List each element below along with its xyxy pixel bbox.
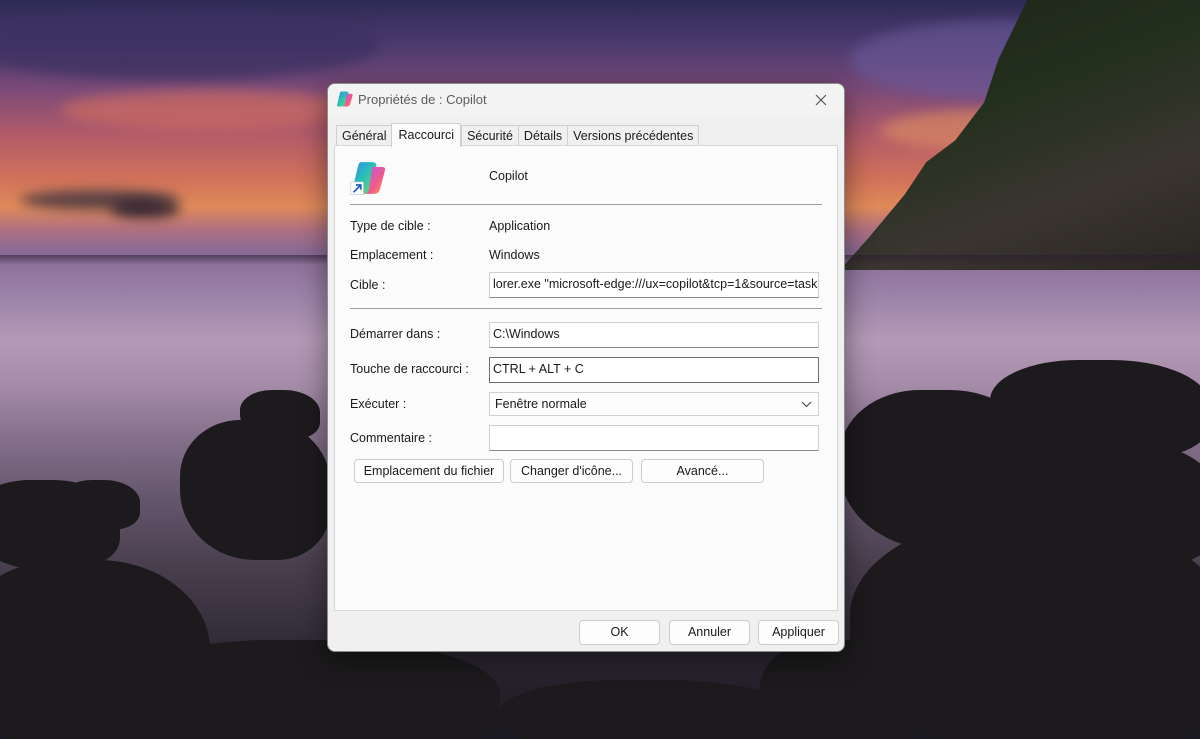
title-bar[interactable]: Propriétés de : Copilot [328, 84, 844, 116]
run-select-value: Fenêtre normale [495, 397, 587, 411]
tab-details[interactable]: Détails [517, 125, 568, 147]
ok-button[interactable]: OK [579, 620, 660, 645]
start-in-label: Démarrer dans : [350, 327, 441, 341]
open-file-location-button[interactable]: Emplacement du fichier [354, 459, 504, 483]
location-value: Windows [489, 248, 540, 262]
target-field[interactable]: lorer.exe "microsoft-edge:///ux=copilot&… [489, 272, 819, 298]
advanced-button[interactable]: Avancé... [641, 459, 764, 483]
copilot-shortcut-icon [350, 162, 386, 195]
shortcut-name: Copilot [489, 169, 528, 183]
tab-previous-versions[interactable]: Versions précédentes [567, 125, 700, 147]
copilot-icon [336, 91, 353, 107]
target-type-label: Type de cible : [350, 219, 431, 233]
shortcut-panel: Copilot Type de cible : Application Empl… [334, 145, 838, 611]
separator [350, 308, 822, 309]
start-in-field[interactable]: C:\Windows [489, 322, 819, 348]
close-icon [815, 94, 827, 106]
close-button[interactable] [798, 84, 844, 116]
comment-label: Commentaire : [350, 431, 432, 445]
tab-shortcut[interactable]: Raccourci [391, 123, 462, 147]
location-label: Emplacement : [350, 248, 434, 262]
properties-dialog: Propriétés de : Copilot Général Raccourc… [327, 83, 845, 652]
separator [350, 204, 822, 205]
tab-general[interactable]: Général [336, 125, 392, 147]
hotkey-field[interactable]: CTRL + ALT + C [489, 357, 819, 383]
target-label: Cible : [350, 278, 386, 292]
dialog-title: Propriétés de : Copilot [358, 92, 487, 107]
target-type-value: Application [489, 219, 551, 233]
apply-button[interactable]: Appliquer [758, 620, 839, 645]
comment-field[interactable] [489, 425, 819, 451]
change-icon-button[interactable]: Changer d'icône... [510, 459, 633, 483]
tab-security[interactable]: Sécurité [461, 125, 518, 147]
run-select[interactable]: Fenêtre normale [489, 392, 819, 416]
run-label: Exécuter : [350, 397, 407, 411]
cancel-button[interactable]: Annuler [669, 620, 750, 645]
tab-strip: Général Raccourci Sécurité Détails Versi… [336, 123, 700, 147]
hotkey-label: Touche de raccourci : [350, 362, 469, 376]
chevron-down-icon [801, 393, 812, 423]
